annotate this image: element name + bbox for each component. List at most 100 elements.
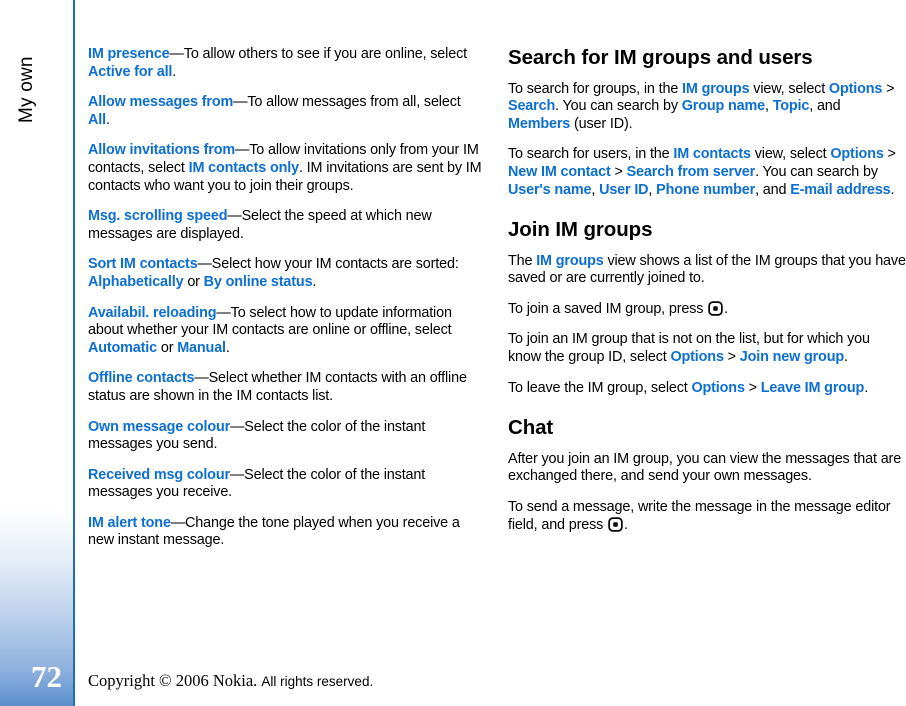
menu-separator: > xyxy=(744,379,761,396)
ui-term: IM groups xyxy=(536,252,604,269)
ui-term: New IM contact xyxy=(508,163,611,180)
paragraph-im-groups-view-desc: The IM groups view shows a list of the I… xyxy=(508,253,906,288)
paragraph-join-saved-group: To join a saved IM group, press . xyxy=(508,301,906,319)
body-text: To join a saved IM group, press xyxy=(508,300,708,317)
ui-term: Offline contacts xyxy=(88,370,195,387)
page-footer: Copyright © 2006 Nokia. All rights reser… xyxy=(88,671,788,691)
paragraph-join-new-group: To join an IM group that is not on the l… xyxy=(508,331,906,366)
body-text: . xyxy=(724,300,729,317)
menu-separator: > xyxy=(883,146,896,163)
setting-paragraph-own-message-colour: Own message colour—Select the color of t… xyxy=(88,419,486,454)
copyright-text: Copyright © 2006 Nokia. xyxy=(88,671,258,690)
body-text: To search for users, in the xyxy=(508,146,674,163)
ui-term: Phone number xyxy=(656,181,756,198)
body-text: . xyxy=(172,63,177,80)
left-column: IM presence—To allow others to see if yo… xyxy=(88,46,486,550)
ui-term: IM contacts only xyxy=(188,159,299,176)
scroll-key-icon xyxy=(608,516,623,532)
chapter-sidebar: My own 72 xyxy=(0,0,74,706)
page-number: 72 xyxy=(31,659,62,694)
ui-term: Options xyxy=(670,349,724,366)
body-text: . xyxy=(225,339,230,356)
body-text: After you join an IM group, you can view… xyxy=(508,450,902,485)
body-text: or xyxy=(157,339,178,356)
paragraph-search-users: To search for users, in the IM contacts … xyxy=(508,146,906,199)
setting-paragraph-allow-invitations-from: Allow invitations from—To allow invitati… xyxy=(88,142,486,195)
body-text: , and xyxy=(809,98,841,115)
body-text: . xyxy=(312,273,317,290)
ui-term: Manual xyxy=(177,339,226,356)
ui-term: IM groups xyxy=(682,80,750,97)
body-text: To leave the IM group, select xyxy=(508,379,692,396)
ui-term: Search xyxy=(508,98,556,115)
paragraph-chat-intro: After you join an IM group, you can view… xyxy=(508,451,906,486)
body-text: The xyxy=(508,252,537,269)
ui-term: Group name xyxy=(681,98,765,115)
setting-paragraph-im-presence: IM presence—To allow others to see if yo… xyxy=(88,46,486,81)
page-content: IM presence—To allow others to see if yo… xyxy=(88,46,906,616)
setting-paragraph-allow-messages-from: Allow messages from—To allow messages fr… xyxy=(88,94,486,129)
body-text: —To allow others to see if you are onlin… xyxy=(169,46,468,62)
ui-term: Topic xyxy=(772,98,810,115)
menu-separator: > xyxy=(723,349,740,366)
ui-term: Options xyxy=(691,379,745,396)
setting-paragraph-availabil-reloading: Availabil. reloading—To select how to up… xyxy=(88,305,486,358)
paragraph-search-groups: To search for groups, in the IM groups v… xyxy=(508,81,906,134)
body-text: . xyxy=(864,379,869,396)
body-text: —Select how your IM contacts are sorted: xyxy=(197,256,459,273)
ui-term: IM contacts xyxy=(673,146,751,163)
ui-term: Members xyxy=(508,115,571,132)
sidebar-divider-rule xyxy=(73,0,75,706)
ui-term: Leave IM group xyxy=(760,379,865,396)
body-text: . xyxy=(624,516,628,533)
ui-term: By online status xyxy=(203,273,313,290)
ui-term: User ID xyxy=(599,181,649,198)
body-text: . You can search by xyxy=(755,163,878,180)
ui-term: Msg. scrolling speed xyxy=(88,208,228,225)
setting-paragraph-received-msg-colour: Received msg colour—Select the color of … xyxy=(88,467,486,502)
chapter-label: My own xyxy=(16,56,37,123)
ui-term: Active for all xyxy=(88,63,173,80)
ui-term: Options xyxy=(828,80,883,97)
heading-search-for-im-groups-and-users: Search for IM groups and users xyxy=(508,46,813,69)
setting-paragraph-offline-contacts: Offline contacts—Select whether IM conta… xyxy=(88,370,486,405)
body-text: —To allow messages from all, select xyxy=(233,94,461,111)
body-text: . You can search by xyxy=(555,98,682,115)
ui-term: IM alert tone xyxy=(88,514,171,531)
ui-term: User's name xyxy=(508,181,592,198)
body-text: , xyxy=(764,98,773,115)
body-text: . xyxy=(105,111,110,128)
body-text: , xyxy=(591,181,600,198)
scroll-key-icon xyxy=(708,301,723,316)
right-column: Search for IM groups and users To search … xyxy=(508,46,906,534)
body-text: To search for groups, in the xyxy=(508,80,683,97)
setting-paragraph-msg-scrolling-speed: Msg. scrolling speed—Select the speed at… xyxy=(88,208,486,243)
ui-term: Options xyxy=(830,146,884,163)
ui-term: Automatic xyxy=(88,339,158,356)
heading-join-im-groups: Join IM groups xyxy=(508,218,653,242)
body-text: . xyxy=(843,349,848,366)
paragraph-send-message: To send a message, write the message in … xyxy=(508,499,906,534)
ui-term: Alphabetically xyxy=(88,273,184,290)
menu-separator: > xyxy=(882,80,895,97)
ui-term: E-mail address xyxy=(790,181,891,198)
menu-separator: > xyxy=(610,163,627,180)
manual-page: My own 72 IM presence—To allow others to… xyxy=(0,0,906,706)
ui-term: Join new group xyxy=(739,349,844,366)
ui-term: Allow invitations from xyxy=(88,142,236,159)
body-text: (user ID). xyxy=(570,115,633,132)
paragraph-leave-im-group: To leave the IM group, select Options > … xyxy=(508,380,906,398)
body-text: , and xyxy=(755,181,791,198)
body-text: To send a message, write the message in … xyxy=(508,499,891,533)
body-text: . xyxy=(890,181,895,198)
body-text: , xyxy=(648,181,657,198)
setting-paragraph-im-alert-tone: IM alert tone—Change the tone played whe… xyxy=(88,515,486,550)
ui-term: All xyxy=(88,111,106,128)
ui-term: IM presence xyxy=(88,46,170,62)
ui-term: Availabil. reloading xyxy=(88,304,217,321)
body-text: view, select xyxy=(750,146,831,163)
body-text: or xyxy=(183,273,204,290)
ui-term: Sort IM contacts xyxy=(88,256,198,273)
rights-reserved-text: All rights reserved. xyxy=(261,674,374,689)
setting-paragraph-sort-im-contacts: Sort IM contacts—Select how your IM cont… xyxy=(88,256,486,291)
